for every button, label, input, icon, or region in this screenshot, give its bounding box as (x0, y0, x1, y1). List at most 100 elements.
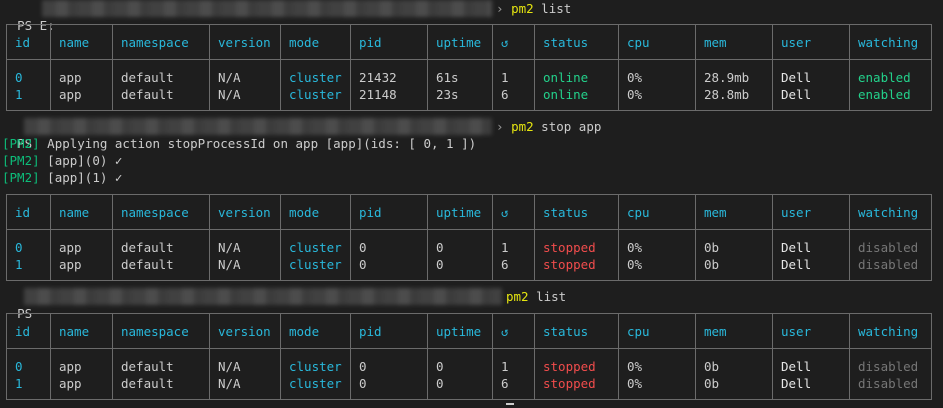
cell-pid: 0 (350, 256, 428, 281)
col-namespace: namespace (112, 313, 210, 349)
cell-version: N/A (209, 86, 281, 111)
log-text: [app](0) ✓ (39, 153, 123, 168)
cell-user: Dell (772, 375, 850, 400)
cell-watching: disabled (849, 375, 932, 400)
cell-name: app (50, 229, 113, 256)
cell-user: Dell (772, 256, 850, 281)
cell-uptime: 0 (427, 229, 493, 256)
cell-version: N/A (209, 256, 281, 281)
cell-id: 0 (6, 59, 51, 86)
col-status: status (534, 194, 619, 230)
log-line: [PM2] [app](0) ✓ (2, 152, 122, 169)
table-header: id name namespace version mode pid uptim… (6, 194, 932, 230)
table-row: 1 app default N/A cluster 21148 23s 6 on… (6, 86, 932, 111)
cell-status: stopped (534, 256, 619, 281)
cell-version: N/A (209, 348, 281, 375)
cell-cpu: 0% (618, 348, 696, 375)
prompt-arrow: › (496, 119, 504, 134)
cell-uptime: 0 (427, 348, 493, 375)
cell-watching: enabled (849, 59, 932, 86)
cell-mode: cluster (280, 229, 351, 256)
cell-name: app (50, 375, 113, 400)
cell-restarts: 6 (492, 86, 535, 111)
col-user: user (772, 194, 850, 230)
cell-name: app (50, 59, 113, 86)
cell-user: Dell (772, 348, 850, 375)
cell-pid: 21148 (350, 86, 428, 111)
cell-restarts: 1 (492, 59, 535, 86)
cell-mode: cluster (280, 256, 351, 281)
cell-uptime: 0 (427, 375, 493, 400)
cell-version: N/A (209, 229, 281, 256)
cell-namespace: default (112, 59, 210, 86)
cell-watching: disabled (849, 348, 932, 375)
log-text: [app](1) ✓ (39, 170, 123, 185)
col-name: name (50, 313, 113, 349)
cell-mem: 0b (695, 229, 773, 256)
col-uptime: uptime (427, 24, 493, 60)
cell-pid: 0 (350, 348, 428, 375)
col-name: name (50, 24, 113, 60)
redacted-path (42, 0, 492, 17)
cell-user: Dell (772, 229, 850, 256)
process-table-1: id name namespace version mode pid uptim… (6, 24, 932, 111)
cell-cpu: 0% (618, 59, 696, 86)
cell-version: N/A (209, 375, 281, 400)
cell-uptime: 23s (427, 86, 493, 111)
command-args: list (541, 1, 572, 16)
prompt-arrow: › (496, 1, 504, 16)
cell-status: online (534, 59, 619, 86)
col-cpu: cpu (618, 24, 696, 60)
col-id: id (6, 313, 51, 349)
col-uptime: uptime (427, 313, 493, 349)
cell-id: 0 (6, 229, 51, 256)
cell-name: app (50, 86, 113, 111)
cell-id: 0 (6, 348, 51, 375)
cell-namespace: default (112, 86, 210, 111)
cell-pid: 0 (350, 375, 428, 400)
cell-mem: 28.9mb (695, 59, 773, 86)
cell-mode: cluster (280, 86, 351, 111)
table-row: 1 app default N/A cluster 0 0 6 stopped … (6, 256, 932, 281)
col-version: version (209, 24, 281, 60)
process-table-2: id name namespace version mode pid uptim… (6, 194, 932, 281)
col-cpu: cpu (618, 313, 696, 349)
cell-mode: cluster (280, 59, 351, 86)
col-pid: pid (350, 194, 428, 230)
col-uptime: uptime (427, 194, 493, 230)
col-user: user (772, 24, 850, 60)
cell-pid: 21432 (350, 59, 428, 86)
cell-watching: enabled (849, 86, 932, 111)
cell-restarts: 1 (492, 229, 535, 256)
command-args: stop app (541, 119, 602, 134)
cell-user: Dell (772, 59, 850, 86)
table-row: 0 app default N/A cluster 0 0 1 stopped … (6, 348, 932, 375)
cell-name: app (50, 348, 113, 375)
col-version: version (209, 313, 281, 349)
cell-watching: disabled (849, 256, 932, 281)
table-row: 0 app default N/A cluster 0 0 1 stopped … (6, 229, 932, 256)
cell-version: N/A (209, 59, 281, 86)
col-watching: watching (849, 24, 932, 60)
process-table-3: id name namespace version mode pid uptim… (6, 313, 932, 400)
cell-cpu: 0% (618, 86, 696, 111)
col-status: status (534, 24, 619, 60)
col-pid: pid (350, 24, 428, 60)
cell-mode: cluster (280, 375, 351, 400)
table-header: id name namespace version mode pid uptim… (6, 24, 932, 60)
col-mem: mem (695, 194, 773, 230)
log-text: Applying action stopProcessId on app [ap… (39, 136, 477, 151)
command-3: pm2 list (506, 288, 566, 305)
cell-restarts: 1 (492, 348, 535, 375)
col-id: id (6, 24, 51, 60)
cell-user: Dell (772, 86, 850, 111)
col-version: version (209, 194, 281, 230)
cell-mem: 0b (695, 375, 773, 400)
cell-status: stopped (534, 375, 619, 400)
redacted-path (24, 288, 502, 305)
cell-pid: 0 (350, 229, 428, 256)
command-program: pm2 (511, 1, 534, 16)
col-name: name (50, 194, 113, 230)
col-user: user (772, 313, 850, 349)
command-2: › pm2 stop app (496, 118, 601, 135)
